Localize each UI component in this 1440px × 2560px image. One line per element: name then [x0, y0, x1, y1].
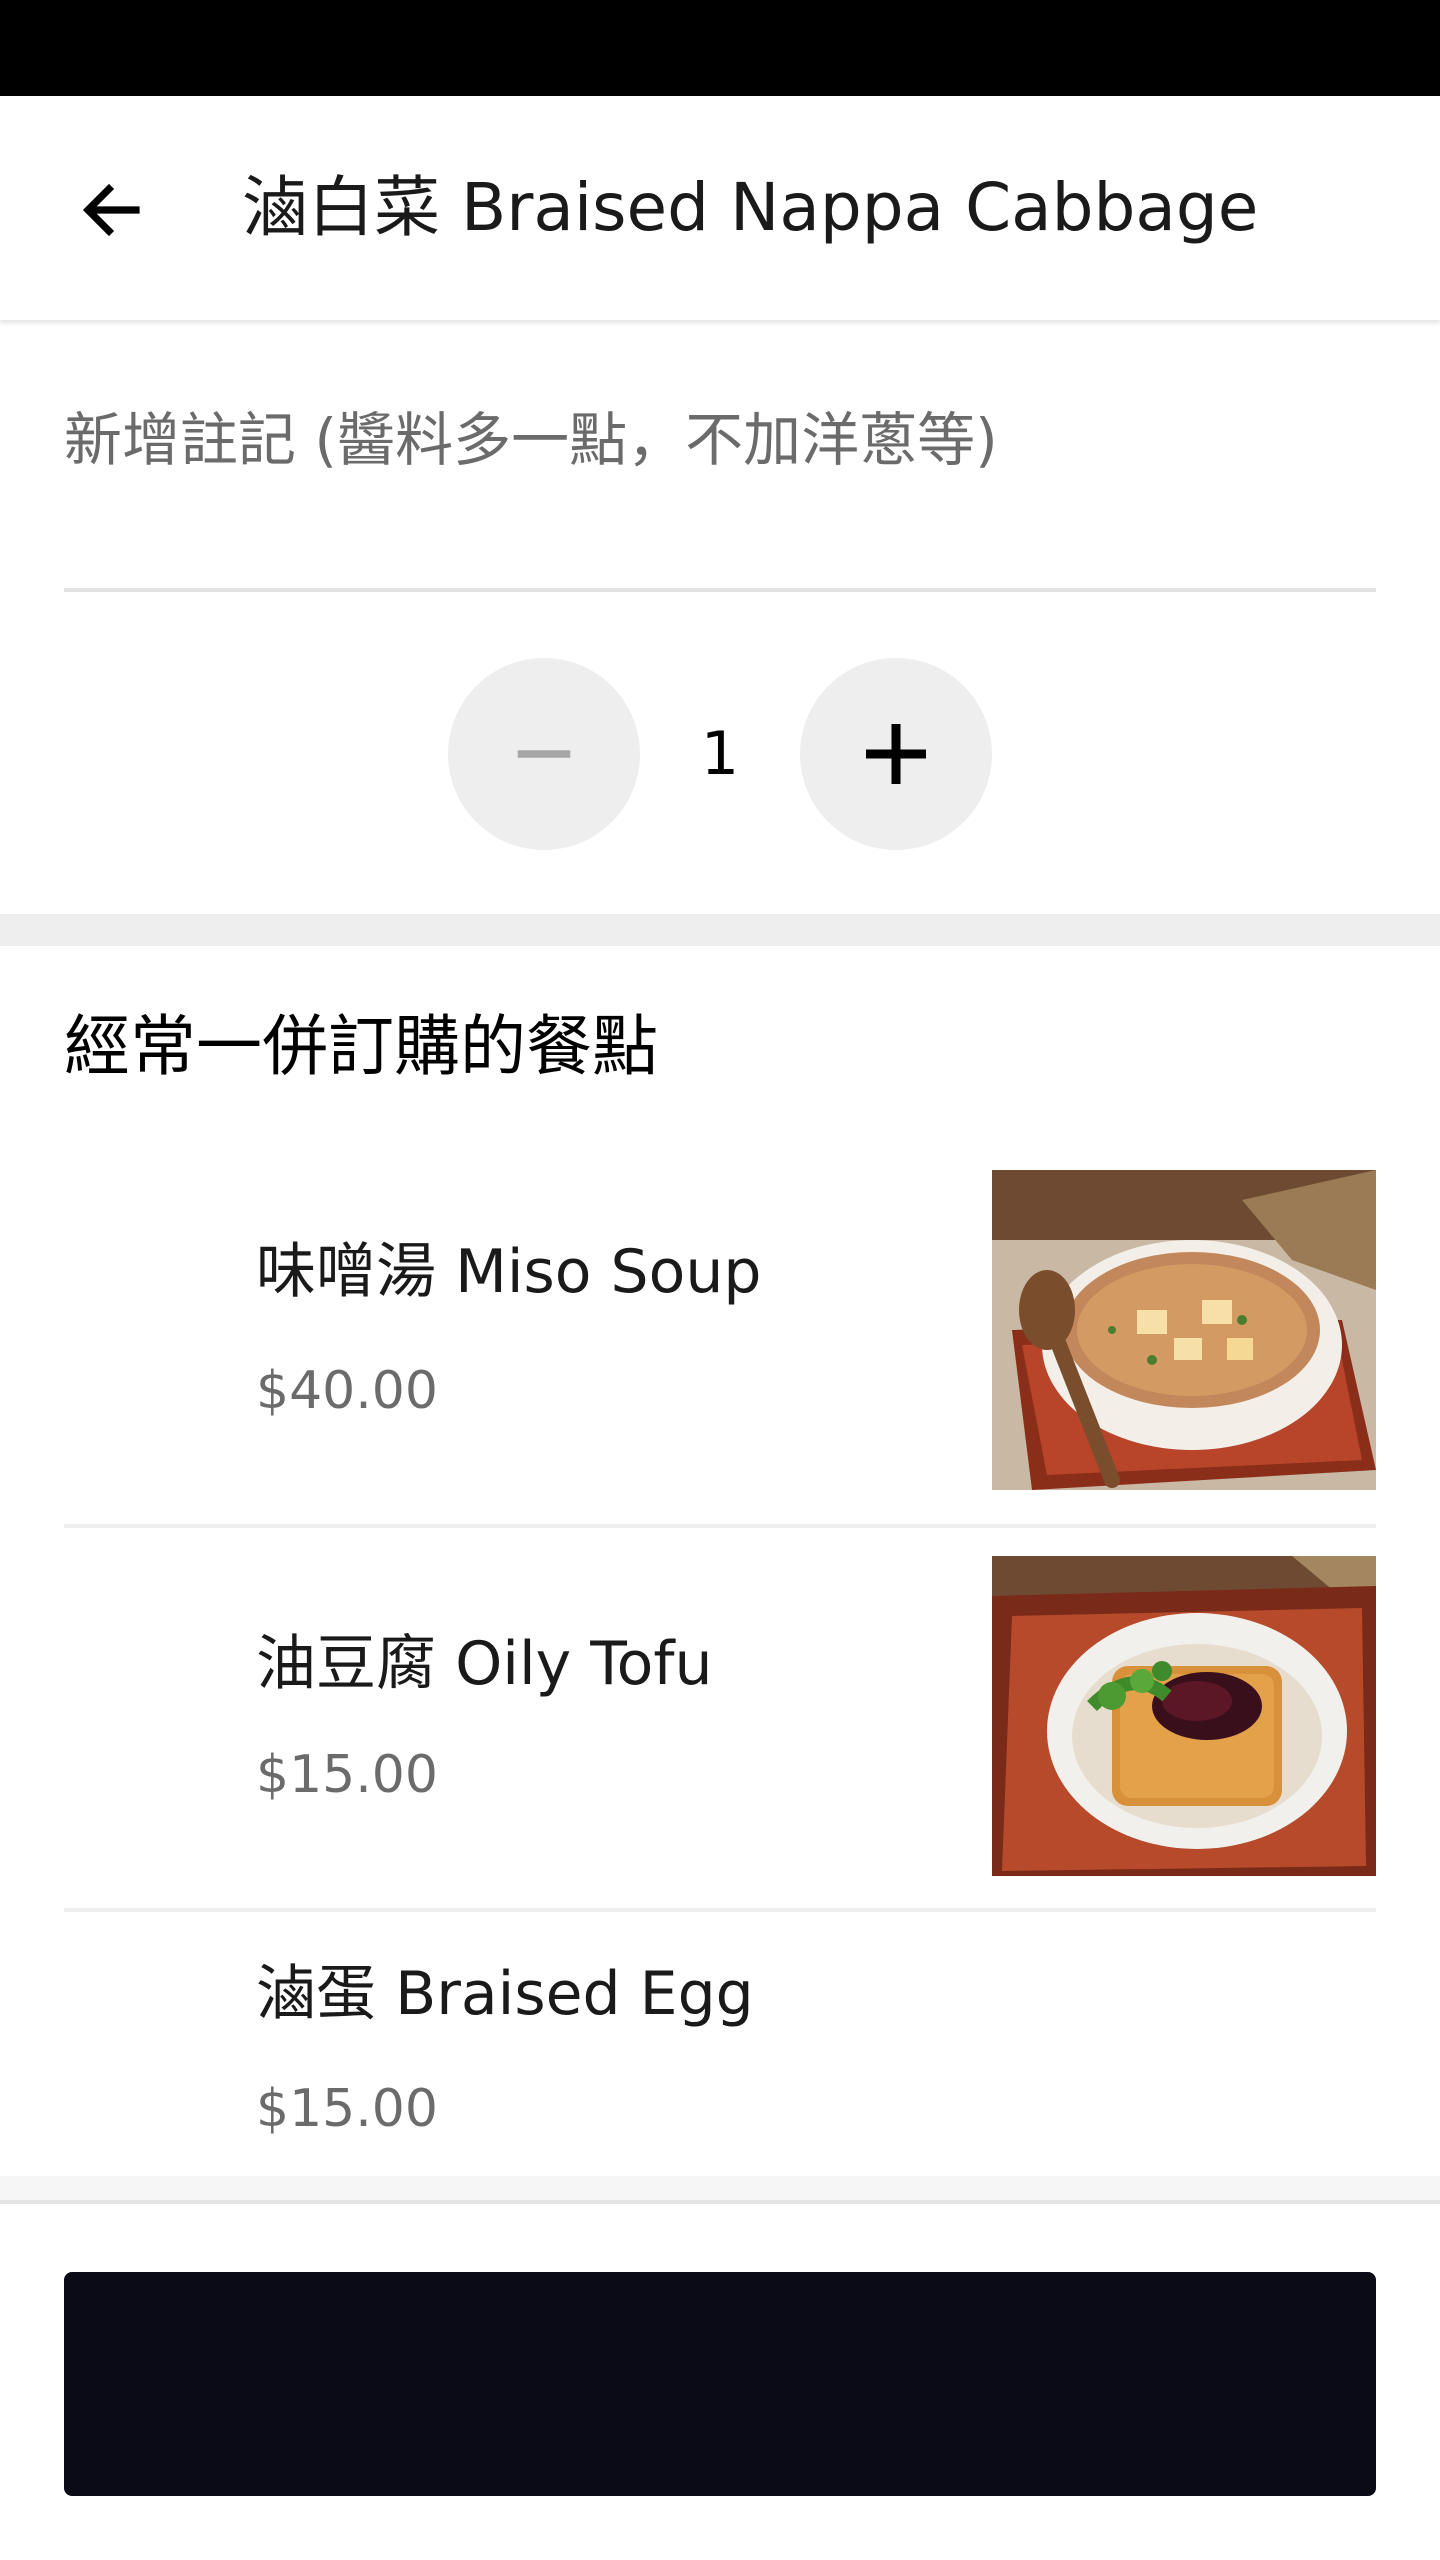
- item-price: $15.00: [256, 1745, 438, 1805]
- oily-tofu-image: [992, 1556, 1376, 1876]
- item-name: 滷蛋 Braised Egg: [256, 1959, 754, 2029]
- list-item-braised-egg[interactable]: 滷蛋 Braised Egg $15.00: [64, 1908, 1376, 2170]
- bottom-bar: [0, 2204, 1440, 2560]
- arrow-left-icon: [82, 183, 140, 237]
- item-name: 油豆腐 Oily Tofu: [256, 1629, 713, 1699]
- frequently-ordered-list: 味噌湯 Miso Soup $40.00 油豆腐 Oily Tofu $15.0…: [64, 1136, 1376, 2170]
- section-divider: [0, 914, 1440, 946]
- section-title: 經常一併訂購的餐點: [64, 1008, 658, 1085]
- item-name: 味噌湯 Miso Soup: [256, 1237, 762, 1307]
- list-item-oily-tofu[interactable]: 油豆腐 Oily Tofu $15.00: [64, 1524, 1376, 1908]
- note-field[interactable]: [64, 360, 1376, 592]
- increment-button[interactable]: [800, 658, 992, 850]
- miso-soup-image: [992, 1170, 1376, 1490]
- item-price: $15.00: [256, 2079, 438, 2139]
- note-input[interactable]: [64, 380, 1376, 500]
- app-header: 滷白菜 Braised Nappa Cabbage: [0, 96, 1440, 320]
- status-bar: [0, 0, 1440, 96]
- decrement-button[interactable]: [448, 658, 640, 850]
- bottom-divider: [0, 2176, 1440, 2204]
- list-item-miso-soup[interactable]: 味噌湯 Miso Soup $40.00: [64, 1136, 1376, 1524]
- add-to-order-button[interactable]: [64, 2272, 1376, 2496]
- quantity-stepper: 1: [448, 658, 992, 850]
- page-title: 滷白菜 Braised Nappa Cabbage: [242, 169, 1259, 246]
- plus-icon: [866, 724, 926, 784]
- minus-icon: [517, 750, 571, 758]
- item-price: $40.00: [256, 1361, 438, 1421]
- quantity-value: 1: [700, 719, 740, 789]
- back-button[interactable]: [64, 162, 160, 258]
